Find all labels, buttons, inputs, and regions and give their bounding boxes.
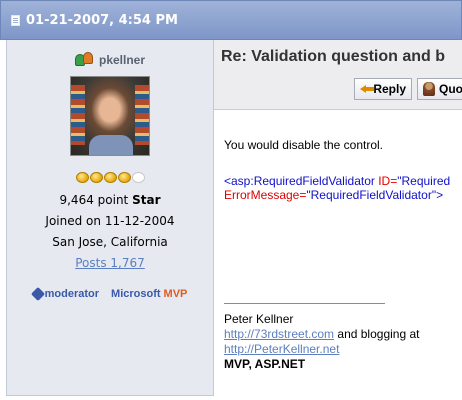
username[interactable]: pkellner	[99, 53, 145, 67]
reply-arrow-icon	[360, 83, 375, 95]
star-icon	[75, 172, 89, 183]
mvp-badge: Microsoft MVP	[111, 288, 187, 300]
user-badges: moderator Microsoft MVP	[30, 286, 187, 302]
rating-stars	[75, 172, 145, 183]
code-val-errormessage: "RequiredFieldValidator">	[306, 188, 444, 202]
reply-label: Reply	[373, 82, 406, 96]
posts-count-link[interactable]: Posts 1,767	[75, 256, 145, 270]
code-val-id: "Required	[397, 174, 451, 188]
signature: Peter Kellner http://73rdstreet.com and …	[224, 312, 419, 372]
quote-label: Quo	[439, 82, 462, 96]
signature-title: MVP, ASP.NET	[224, 357, 306, 371]
star-empty-icon	[131, 172, 145, 183]
code-line-2: ErrorMessage="RequiredFieldValidator">	[224, 188, 450, 202]
user-info-panel: pkellner 9,464 point Star Joined on 11-1…	[6, 40, 214, 396]
post-panel: Re: Validation question and b Reply Quo …	[214, 40, 462, 400]
reply-button[interactable]: Reply	[354, 78, 412, 100]
signature-link-blog[interactable]: http://PeterKellner.net	[224, 342, 339, 356]
hammer-icon	[30, 286, 45, 302]
star-icon	[117, 172, 131, 183]
code-tag: <asp:RequiredFieldValidator	[224, 174, 375, 188]
avatar-shirt	[89, 135, 133, 155]
mvp-label: MVP	[163, 288, 188, 300]
code-attr-id: ID=	[378, 174, 398, 188]
avatar	[70, 76, 150, 156]
moderator-label: moderator	[44, 288, 100, 300]
quote-button[interactable]: Quo	[417, 78, 462, 100]
user-location: San Jose, California	[52, 235, 168, 249]
quote-person-icon	[423, 82, 435, 96]
post-header-bar: 01-21-2007, 4:54 PM	[0, 0, 462, 40]
code-line-1: <asp:RequiredFieldValidator ID="Required	[224, 174, 450, 188]
users-icon	[74, 52, 95, 68]
signature-name: Peter Kellner	[224, 312, 294, 326]
moderator-badge: moderator	[30, 286, 100, 302]
post-title: Re: Validation question and b	[221, 48, 446, 65]
mvp-prefix: Microsoft	[111, 288, 161, 300]
signature-link-73rdstreet[interactable]: http://73rdstreet.com	[224, 327, 334, 341]
post-body-text: You would disable the control.	[224, 138, 383, 152]
star-icon	[103, 172, 117, 183]
document-icon	[11, 14, 20, 26]
signature-line-2: http://73rdstreet.com and blogging at	[224, 327, 419, 342]
bookshelf-left	[71, 85, 85, 145]
points-value: 9,464 point	[59, 193, 129, 207]
signature-divider	[224, 303, 385, 304]
code-attr-errormessage: ErrorMessage=	[224, 188, 307, 202]
signature-link-suffix: and blogging at	[334, 327, 420, 341]
code-snippet: <asp:RequiredFieldValidator ID="Required…	[224, 174, 450, 202]
star-icon	[89, 172, 103, 183]
joined-date: Joined on 11-12-2004	[45, 214, 175, 228]
post-timestamp: 01-21-2007, 4:54 PM	[26, 12, 178, 28]
points-line: 9,464 point Star	[59, 193, 160, 207]
bookshelf-right	[135, 85, 149, 145]
rank-label: Star	[132, 193, 161, 207]
user-line: pkellner	[74, 52, 145, 68]
